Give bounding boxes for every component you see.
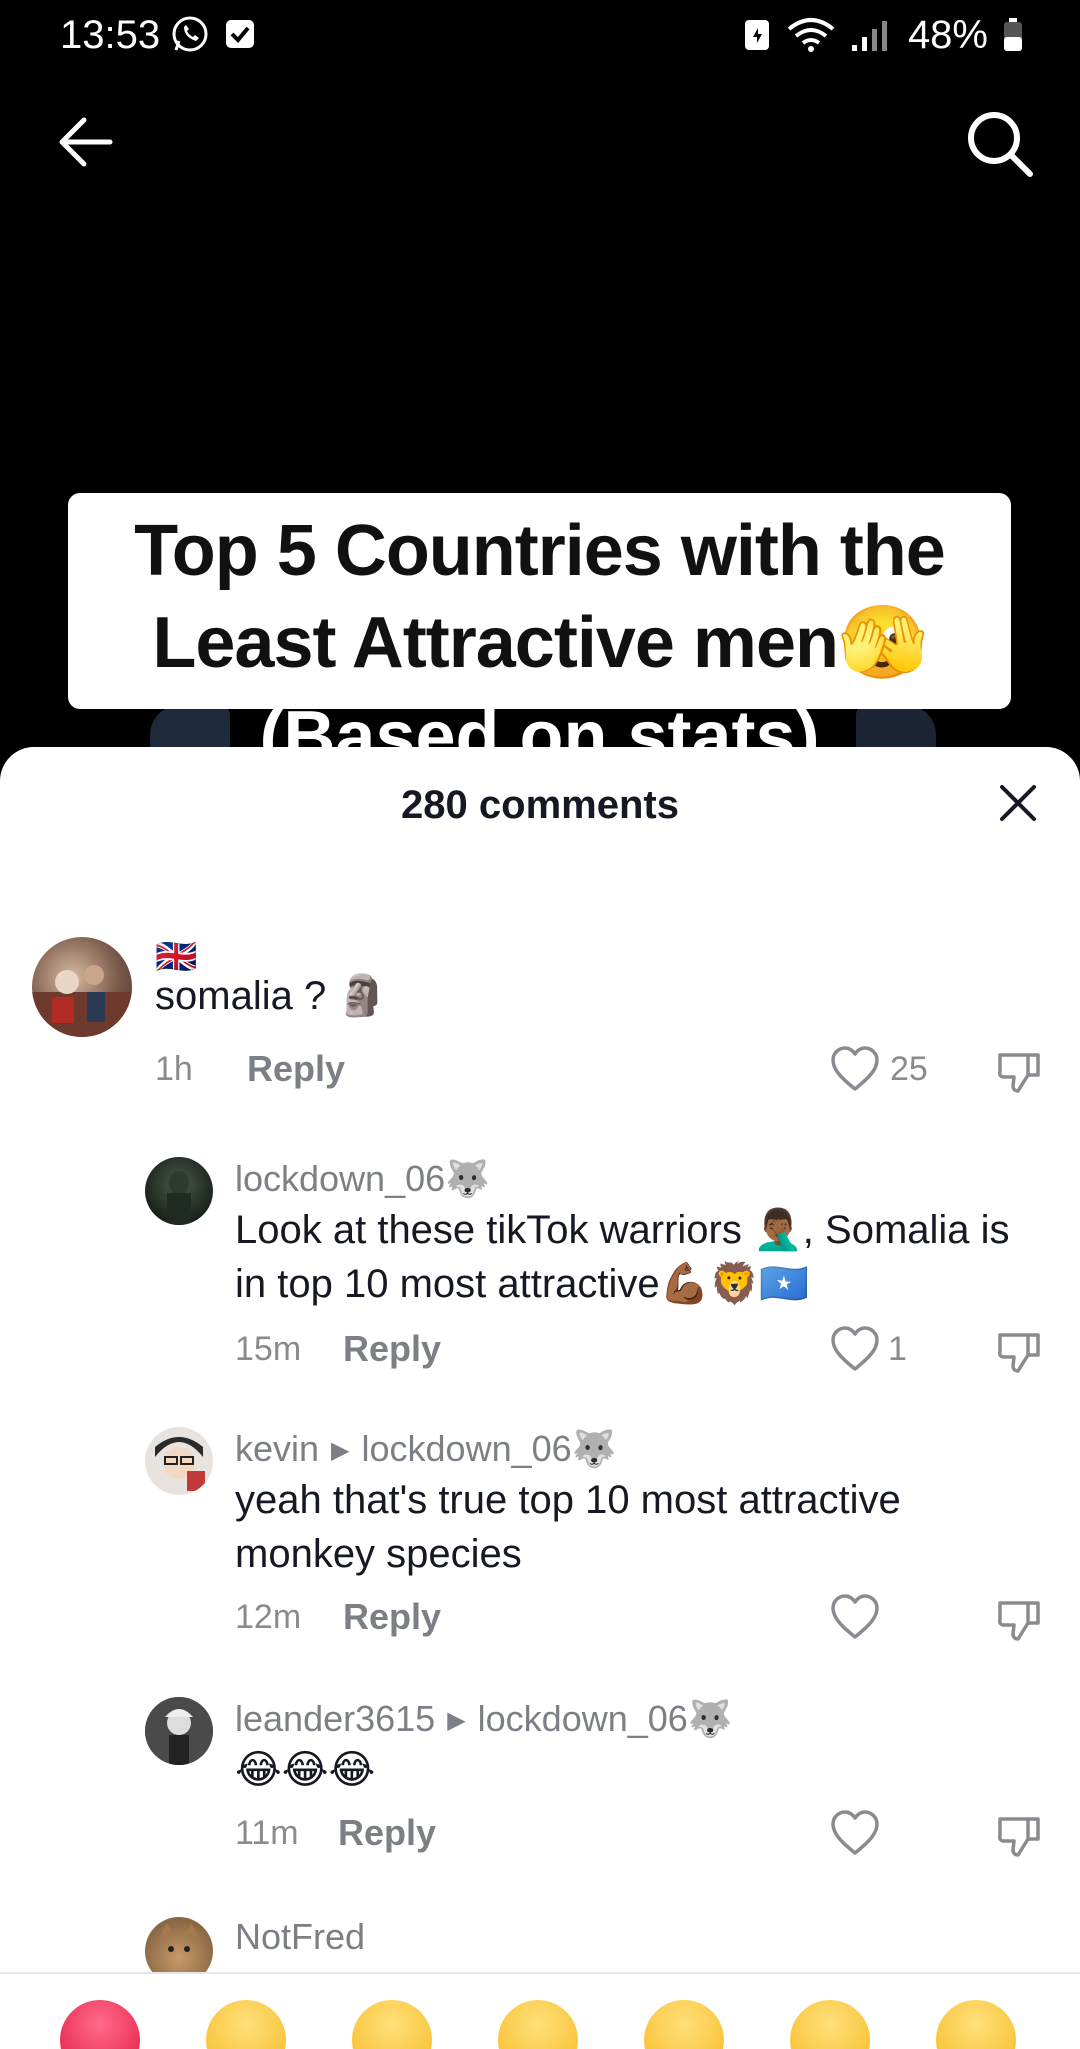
comment-item: 🇬🇧 somalia ? 🗿 1h Reply 25 [0,937,1080,1177]
reply-target[interactable]: lockdown_06🐺 [362,1428,617,1469]
comment-username[interactable]: kevin ▶ lockdown_06🐺 [235,1427,617,1473]
dislike-icon[interactable] [996,1049,1042,1095]
emoji-pleading[interactable] [936,2000,1016,2049]
video-title-line-2: Least Attractive men🫣 [152,603,927,683]
dislike-icon[interactable] [996,1813,1042,1859]
comment-text: somalia ? 🗿 [155,974,388,1018]
reply-item: lockdown_06🐺 Look at these tikTok warrio… [0,1157,1080,1417]
whatsapp-icon [172,16,208,52]
avatar[interactable] [145,1697,213,1765]
heart-icon[interactable] [830,1045,880,1095]
reply-author[interactable]: kevin [235,1428,319,1469]
reply-arrow-icon: ▶ [331,1437,350,1465]
checkbox-notification-icon [226,20,254,48]
reply-target[interactable]: lockdown_06🐺 [478,1698,733,1739]
comment-time: 12m [235,1598,302,1636]
reply-arrow-icon: ▶ [447,1707,466,1735]
screen: 13:53 48% Top 5 Countries with the Least… [0,0,1080,2049]
avatar-character-image [145,1697,213,1765]
emoji-laughing[interactable] [206,2000,286,2049]
comment-username[interactable]: leander3615 ▶ lockdown_06🐺 [235,1697,733,1743]
status-left-icons [170,14,256,54]
like-count: 25 [890,1050,928,1088]
comment-text: 😂😂😂 [235,1748,376,1792]
like-count: 1 [888,1330,907,1368]
battery-saver-icon [744,20,769,50]
avatar-anime-image [155,1437,205,1491]
emoji-blush[interactable] [790,2000,870,2049]
comment-time: 1h [155,1050,193,1088]
wifi-icon [787,18,835,52]
reply-button[interactable]: Reply [247,1047,345,1091]
reply-author[interactable]: leander3615 [235,1698,435,1739]
reply-button[interactable]: Reply [343,1595,441,1639]
avatar[interactable] [145,1427,213,1495]
reply-button[interactable]: Reply [338,1811,436,1855]
heart-icon[interactable] [830,1325,880,1375]
emoji-smiling-hearts[interactable] [644,2000,724,2049]
battery-icon [1004,18,1022,51]
signal-icon [851,21,887,51]
heart-icon[interactable] [830,1593,880,1643]
comment-time: 15m [235,1330,302,1368]
comments-sheet: 280 comments 🇬🇧 somalia ? 🗿 1h Reply 25 … [0,747,1080,2049]
emoji-quick-bar [0,1974,1080,2049]
avatar[interactable] [145,1157,213,1225]
dislike-icon[interactable] [996,1329,1042,1375]
avatar-painting-image [32,965,132,1037]
emoji-sweat-smile[interactable] [352,2000,432,2049]
comment-username[interactable]: lockdown_06🐺 [235,1157,490,1201]
status-bar: 13:53 48% [0,0,1080,70]
avatar[interactable] [32,937,132,1037]
reply-button[interactable]: Reply [343,1327,441,1371]
comment-text: yeah that's true top 10 most attractive … [235,1478,901,1576]
search-icon[interactable] [964,108,1036,180]
back-icon[interactable] [54,110,118,174]
reply-item: kevin ▶ lockdown_06🐺 yeah that's true top … [0,1427,1080,1677]
status-time: 13:53 [60,13,161,57]
close-icon[interactable] [996,781,1040,825]
dislike-icon[interactable] [996,1597,1042,1643]
comment-username[interactable]: NotFred [235,1915,365,1959]
heart-icon[interactable] [830,1809,880,1859]
battery-percent: 48% [907,13,988,57]
emoji-flushed[interactable] [498,2000,578,2049]
emoji-heart[interactable] [60,2000,140,2049]
reply-item: NotFred [0,1915,1080,1985]
comments-count-title: 280 comments [401,783,679,827]
video-title-line-1: Top 5 Countries with the [134,511,946,591]
comment-text: Look at these tikTok warriors 🤦🏾‍♂️, Som… [235,1208,1010,1306]
status-right-icons: 48% [742,10,1024,60]
reply-item: leander3615 ▶ lockdown_06🐺 😂😂😂 11m Reply [0,1697,1080,1897]
avatar-soldier-image [167,1171,191,1225]
comment-time: 11m [235,1814,299,1852]
